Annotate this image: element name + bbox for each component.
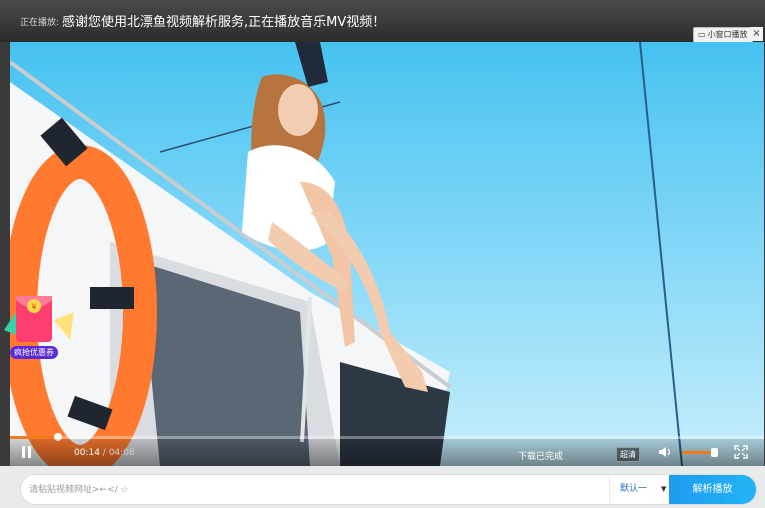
control-bar: 00:14 / 04:08 下载已完成 超清: [10, 439, 764, 466]
current-time: 00:14: [74, 448, 100, 458]
pause-button[interactable]: [22, 446, 32, 458]
load-status: 下载已完成: [518, 452, 564, 462]
face: [278, 84, 318, 136]
title-bar: 正在播放: 感谢您使用北漂鱼视频解析服务,正在播放音乐MV视频！ ▭ 小窗口播放…: [0, 0, 765, 43]
video-parser-page: 正在播放: 感谢您使用北漂鱼视频解析服务,正在播放音乐MV视频！ ▭ 小窗口播放…: [0, 0, 765, 508]
video-title: 感谢您使用北漂鱼视频解析服务,正在播放音乐MV视频！: [62, 15, 386, 30]
rigging-line: [639, 42, 683, 466]
video-frame[interactable]: [10, 42, 764, 466]
svg-text:¥: ¥: [31, 303, 36, 312]
mini-window-label: 小窗口播放: [707, 30, 748, 39]
pause-icon: [22, 446, 25, 458]
volume-fill: [682, 451, 715, 454]
mini-window-button[interactable]: ▭ 小窗口播放: [693, 27, 753, 43]
volume-handle[interactable]: [711, 448, 719, 457]
red-envelope-icon: ¥: [4, 296, 74, 342]
volume-slider[interactable]: [682, 448, 719, 457]
video-scene: [10, 42, 683, 466]
pause-icon: [28, 446, 31, 458]
chevron-down-icon: ▼: [661, 485, 667, 493]
coupon-label: 疯抢优惠券: [10, 346, 58, 359]
source-selected: 默认一: [620, 484, 648, 494]
life-ring-strap: [90, 287, 134, 309]
time-separator: /: [99, 448, 109, 458]
duration: 04:08: [108, 448, 135, 458]
coupon-badge[interactable]: ¥ 疯抢优惠券: [2, 290, 76, 365]
time-display: 00:14 / 04:08: [74, 448, 135, 458]
now-playing-label: 正在播放:: [20, 18, 60, 28]
volume-icon[interactable]: [658, 445, 672, 459]
parse-play-button[interactable]: 解析播放: [669, 475, 756, 504]
url-search-bar: 默认一 ▼ 解析播放: [20, 474, 757, 505]
left-edge: [0, 42, 10, 466]
fullscreen-icon[interactable]: [734, 445, 748, 459]
video-url-input[interactable]: [27, 479, 601, 501]
close-mini-window-button[interactable]: ×: [750, 27, 763, 41]
source-select[interactable]: 默认一 ▼: [609, 475, 669, 504]
quality-button[interactable]: 超清: [616, 447, 640, 462]
mini-window-icon: ▭: [698, 30, 706, 39]
